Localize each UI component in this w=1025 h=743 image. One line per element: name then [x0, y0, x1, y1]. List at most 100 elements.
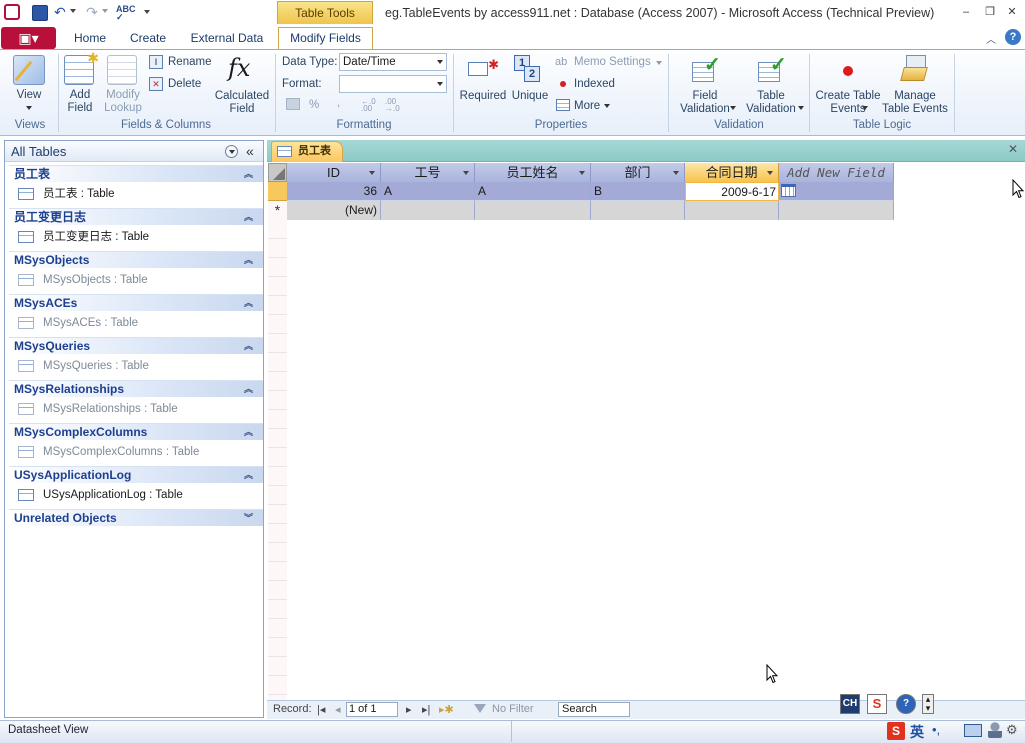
search-input[interactable]: Search	[558, 702, 630, 717]
nav-group-header[interactable]: MSysRelationships ︽	[9, 380, 263, 397]
spelling-icon[interactable]: ABC ✓	[116, 5, 136, 22]
close-button[interactable]: ✕	[1003, 4, 1021, 20]
create-table-events-icon[interactable]	[843, 66, 853, 76]
collapse-group-icon[interactable]: ︽	[244, 424, 253, 441]
nav-group-header[interactable]: USysApplicationLog ︽	[9, 466, 263, 483]
field-validation-icon[interactable]: ✓	[692, 54, 722, 86]
nav-item-table[interactable]: MSysObjects : Table	[15, 270, 148, 290]
punctuation-mode-icon[interactable]: •,	[932, 722, 940, 737]
last-record-icon[interactable]: ▸|	[422, 703, 430, 716]
nav-group-header[interactable]: 员工表 ︽	[9, 165, 263, 182]
close-document-icon[interactable]: ✕	[1006, 142, 1020, 158]
nav-item-table[interactable]: MSysACEs : Table	[15, 313, 138, 333]
column-header-department[interactable]: 部门	[591, 163, 685, 182]
collapse-group-icon[interactable]: ︽	[244, 166, 253, 183]
comma-format-button[interactable]: ,	[337, 97, 340, 110]
tab-home[interactable]: Home	[64, 30, 116, 49]
cell-contract-date[interactable]: 2009-6-17	[685, 182, 779, 201]
memo-settings-icon[interactable]: ab	[555, 56, 567, 68]
collapse-group-icon[interactable]: ︽	[244, 209, 253, 226]
undo-icon[interactable]: ↶	[54, 5, 70, 21]
rename-button[interactable]: Rename	[168, 56, 211, 69]
memo-settings-dropdown-icon[interactable]	[656, 61, 662, 65]
nav-group-header[interactable]: 员工变更日志 ︽	[9, 208, 263, 225]
add-field-button[interactable]: Add Field	[60, 89, 100, 115]
create-table-events-button[interactable]: Create Table Events	[814, 90, 882, 116]
tab-modify-fields[interactable]: Modify Fields	[278, 27, 373, 50]
sogou-tray-icon[interactable]: S	[887, 722, 905, 740]
create-events-dropdown-icon[interactable]	[862, 106, 868, 110]
minimize-button[interactable]: –	[957, 4, 975, 20]
view-button-label[interactable]: View	[11, 89, 47, 102]
redo-dropdown-icon[interactable]	[102, 9, 108, 13]
nav-group-header[interactable]: Unrelated Objects ︾	[9, 509, 263, 526]
view-dropdown-icon[interactable]	[26, 106, 32, 110]
rename-icon[interactable]: I	[149, 55, 163, 69]
nav-group-header[interactable]: MSysComplexColumns ︽	[9, 423, 263, 440]
nav-item-table[interactable]: MSysQueries : Table	[15, 356, 149, 376]
new-record-marker[interactable]: *	[268, 201, 287, 220]
decrease-decimals-icon[interactable]: .00 →.0	[385, 98, 400, 113]
modify-lookup-icon[interactable]	[107, 55, 137, 85]
data-type-select[interactable]: Date/Time	[339, 53, 447, 71]
record-position-input[interactable]: 1 of 1	[346, 702, 398, 717]
row-selector[interactable]	[268, 182, 287, 201]
increase-decimals-icon[interactable]: ←.0.00	[361, 98, 376, 113]
ime-options-icon[interactable]: ▴ ▾	[922, 694, 934, 714]
cell-new[interactable]	[475, 201, 591, 220]
tab-external-data[interactable]: External Data	[184, 30, 270, 49]
document-tab[interactable]: 员工表	[271, 141, 343, 162]
currency-format-icon[interactable]	[286, 98, 300, 110]
cell-new[interactable]	[779, 201, 894, 220]
calendar-picker-icon[interactable]	[781, 184, 796, 197]
add-field-icon[interactable]: ✱	[64, 50, 99, 85]
nav-menu-chevron-icon[interactable]	[225, 145, 238, 158]
cell-id[interactable]: 36	[287, 182, 381, 201]
cell-department[interactable]: B	[591, 182, 685, 201]
cell-new[interactable]	[591, 201, 685, 220]
nav-item-table[interactable]: MSysComplexColumns : Table	[15, 442, 199, 462]
tab-create[interactable]: Create	[122, 30, 174, 49]
ime-ch-button[interactable]: CH	[840, 694, 860, 714]
nav-item-table[interactable]: MSysRelationships : Table	[15, 399, 178, 419]
next-record-icon[interactable]: ▸	[406, 703, 412, 716]
view-icon[interactable]	[13, 55, 45, 85]
cell-new[interactable]	[685, 201, 779, 220]
column-header-employee-no[interactable]: 工号	[381, 163, 475, 182]
maximize-button[interactable]: ❐	[981, 4, 999, 20]
nav-group-header[interactable]: MSysQueries ︽	[9, 337, 263, 354]
manage-table-events-button[interactable]: Manage Table Events	[880, 90, 950, 116]
column-header-id[interactable]: ID	[287, 163, 381, 182]
sort-filter-dropdown-icon[interactable]	[369, 171, 375, 175]
field-validation-button[interactable]: Field Validation	[674, 90, 736, 116]
previous-record-icon[interactable]: ◂	[335, 703, 341, 716]
no-filter-indicator[interactable]: No Filter	[492, 703, 534, 715]
indexed-checkbox[interactable]: Indexed	[574, 78, 615, 91]
new-record-icon[interactable]: ▸✱	[439, 703, 454, 716]
sogou-ime-icon[interactable]: S	[867, 694, 887, 714]
memo-settings-button[interactable]: Memo Settings	[574, 56, 651, 69]
table-validation-dropdown-icon[interactable]	[798, 106, 804, 110]
nav-item-table[interactable]: USysApplicationLog : Table	[15, 485, 183, 505]
sort-filter-dropdown-icon[interactable]	[673, 171, 679, 175]
manage-table-events-icon[interactable]	[900, 55, 930, 85]
table-validation-icon[interactable]: ✓	[758, 54, 788, 86]
save-icon[interactable]	[32, 5, 48, 21]
calculated-field-icon[interactable]: fx	[228, 54, 250, 82]
ime-help-icon[interactable]: ?	[896, 694, 916, 714]
expand-group-icon[interactable]: ︾	[244, 510, 253, 527]
delete-icon[interactable]: ✕	[149, 77, 163, 91]
collapse-group-icon[interactable]: ︽	[244, 295, 253, 312]
table-validation-button[interactable]: Table Validation	[739, 90, 803, 116]
more-button[interactable]: More	[574, 100, 600, 113]
cell-employee-no[interactable]: A	[381, 182, 475, 201]
customize-qat-icon[interactable]	[144, 10, 150, 14]
cell-employee-name[interactable]: A	[475, 182, 591, 201]
required-button[interactable]: Required	[458, 90, 508, 103]
required-icon[interactable]: ✱	[468, 57, 499, 76]
user-icon[interactable]	[988, 722, 1002, 738]
column-header-add-new-field[interactable]: Add New Field	[779, 163, 894, 182]
select-all-button[interactable]	[268, 163, 287, 182]
format-select[interactable]	[339, 75, 447, 93]
field-validation-dropdown-icon[interactable]	[730, 106, 736, 110]
